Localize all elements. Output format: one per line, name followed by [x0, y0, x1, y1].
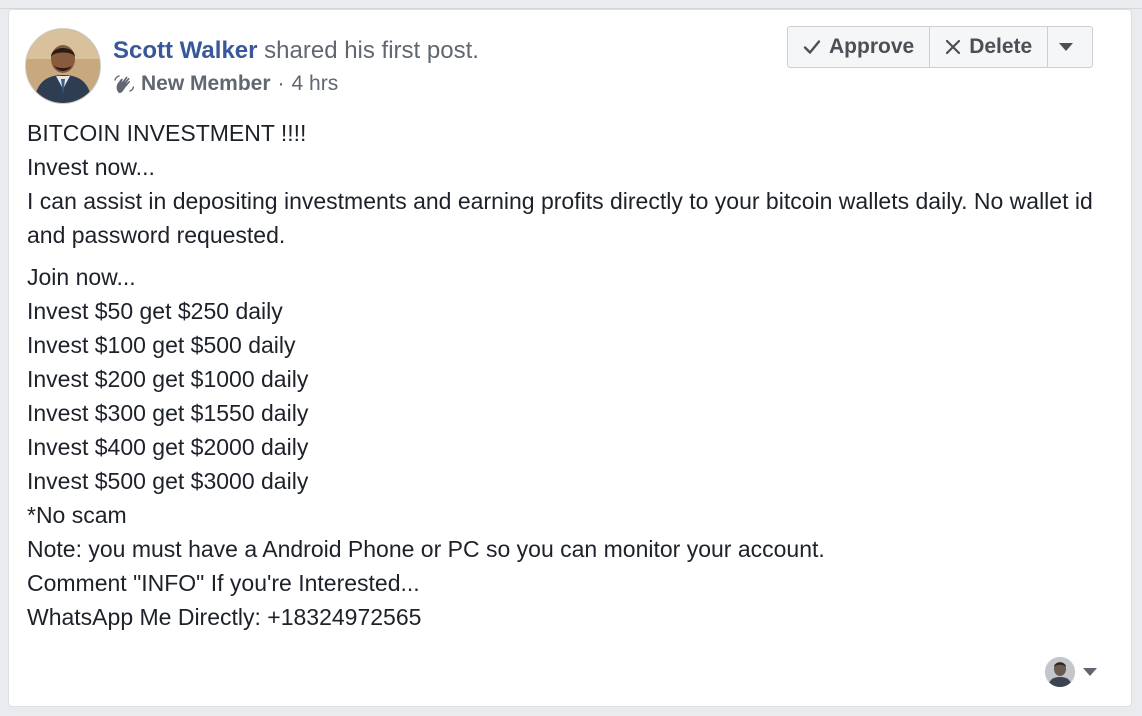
delete-button[interactable]: Delete — [930, 27, 1049, 67]
post-body: BITCOIN INVESTMENT !!!! Invest now... I … — [27, 116, 1107, 634]
post-line: Invest $100 get $500 daily — [27, 332, 296, 358]
approve-button[interactable]: Approve — [788, 27, 931, 67]
checkmark-icon — [803, 40, 821, 54]
author-avatar[interactable] — [25, 28, 101, 104]
post-action-text: shared his first post. — [257, 37, 479, 64]
post-line: Invest $50 get $250 daily — [27, 298, 283, 324]
post-line: Join now... — [27, 264, 136, 290]
viewer-avatar — [1045, 657, 1075, 687]
post-line: I can assist in depositing investments a… — [27, 188, 1093, 248]
post-line: Invest $400 get $2000 daily — [27, 434, 309, 460]
meta-separator: · — [277, 72, 285, 95]
post-line: Invest $200 get $1000 daily — [27, 366, 309, 392]
x-icon — [946, 39, 961, 55]
caret-down-icon — [1059, 42, 1074, 51]
post-paragraph: BITCOIN INVESTMENT !!!! Invest now... I … — [27, 116, 1107, 252]
new-member-badge[interactable]: New Member — [141, 72, 271, 96]
approve-label: Approve — [829, 35, 915, 58]
post-line: Note: you must have a Android Phone or P… — [27, 536, 825, 562]
moderation-actions: Approve Delete — [787, 26, 1094, 68]
post-line: Invest $500 get $3000 daily — [27, 468, 309, 494]
more-options-button[interactable] — [1048, 27, 1092, 67]
post-as-selector[interactable] — [1045, 657, 1097, 687]
post-meta: New Member · 4 hrs — [113, 72, 338, 96]
post-line: Comment "INFO" If you're Interested... — [27, 570, 420, 596]
top-edge-strip — [0, 0, 1142, 9]
post-line: WhatsApp Me Directly: +18324972565 — [27, 604, 422, 630]
author-name-link[interactable]: Scott Walker — [113, 37, 257, 64]
post-header: Scott Walker shared his first post. — [113, 37, 479, 65]
caret-down-icon — [1083, 667, 1097, 676]
delete-label: Delete — [969, 35, 1033, 58]
post-paragraph: Join now... Invest $50 get $250 daily In… — [27, 260, 1107, 634]
post-line: BITCOIN INVESTMENT !!!! — [27, 120, 307, 146]
waving-hand-icon — [113, 73, 135, 95]
post-line: Invest $300 get $1550 daily — [27, 400, 309, 426]
post-line: *No scam — [27, 502, 127, 528]
post-card: Scott Walker shared his first post. New … — [8, 9, 1132, 707]
post-timestamp[interactable]: 4 hrs — [292, 72, 339, 96]
post-line: Invest now... — [27, 154, 155, 180]
